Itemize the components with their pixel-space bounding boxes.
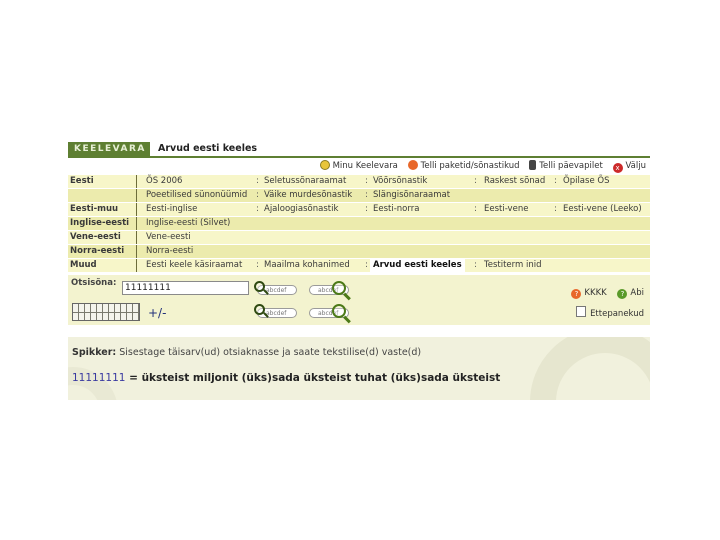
link-minu-keelevara[interactable]: Minu Keelevara	[333, 161, 398, 171]
colon: :	[474, 176, 477, 186]
dict-link[interactable]: Slängisõnaraamat	[373, 189, 450, 202]
dict-link[interactable]: Eesti-vene (Leeko)	[563, 203, 642, 216]
extended-search-button-2[interactable]: abcdef	[306, 304, 353, 324]
dict-link[interactable]: Eesti keele käsiraamat	[146, 259, 242, 272]
plus-minus-button[interactable]: +/-	[148, 306, 166, 320]
hint-label: Spikker:	[72, 347, 117, 358]
help-links: ? KKKK ? Abi	[571, 288, 644, 299]
dict-link[interactable]: Ajaloogiasõnastik	[264, 203, 338, 216]
row-category: Muud	[70, 260, 97, 270]
smiley-icon	[319, 160, 330, 170]
colon: :	[365, 260, 368, 270]
colon: :	[365, 190, 368, 200]
result: 11111111 = üksteist miljonit (üks)sada ü…	[72, 372, 500, 384]
colon: :	[554, 176, 557, 186]
dict-link[interactable]: Eesti-norra	[373, 203, 419, 216]
row-separator	[136, 217, 137, 230]
suggestions-link[interactable]: Ettepanekud	[590, 309, 644, 319]
phone-icon	[529, 160, 537, 170]
table-row: Eesti-muu Eesti-inglise : Ajaloogiasõnas…	[68, 203, 650, 217]
colon: :	[474, 204, 477, 214]
extended-search-button[interactable]: abcdef	[306, 281, 353, 301]
dict-link[interactable]: Eesti-vene	[484, 203, 528, 216]
search-label: Otsisõna:	[71, 278, 117, 288]
dict-link[interactable]: Võõrsõnastik	[373, 175, 427, 188]
dictionary-table: Eesti ÕS 2006 : Seletussõnaraamat : Võõr…	[68, 175, 650, 273]
dict-link[interactable]: Poeetilised sünonüümid	[146, 189, 247, 202]
suggestions: Ettepanekud	[576, 306, 644, 319]
table-row: Vene-eesti Vene-eesti	[68, 231, 650, 245]
dict-link[interactable]: Raskest sõnad	[484, 175, 545, 188]
cart-icon	[407, 160, 418, 170]
colon: :	[256, 176, 259, 186]
row-category: Inglise-eesti	[70, 218, 130, 228]
search-button[interactable]: abcdef	[254, 281, 301, 297]
search-button-2[interactable]: abcdef	[254, 304, 301, 320]
top-links: Minu Keelevara Telli paketid/sõnastikud …	[313, 159, 646, 173]
row-separator	[136, 259, 137, 272]
colon: :	[554, 204, 557, 214]
dict-link[interactable]: Norra-eesti	[146, 245, 193, 258]
row-separator	[136, 189, 137, 202]
link-telli-paketid[interactable]: Telli paketid/sõnastikud	[421, 161, 520, 171]
magnifier-handle	[343, 292, 351, 301]
row-category: Norra-eesti	[70, 246, 125, 256]
search-input[interactable]	[122, 281, 249, 295]
link-valju[interactable]: Välju	[626, 161, 646, 171]
help-link[interactable]: Abi	[630, 288, 644, 298]
search-panel: Otsisõna: +/- abcdef abcdef abcdef abcde…	[68, 275, 650, 325]
row-separator	[136, 203, 137, 216]
row-separator	[136, 245, 137, 258]
logo[interactable]: KEELEVARA	[68, 142, 150, 156]
hint-text: Sisestage täisarv(ud) otsiaknasse ja saa…	[119, 347, 422, 358]
colon: :	[256, 190, 259, 200]
close-icon: x	[612, 163, 623, 173]
colon: :	[365, 176, 368, 186]
hint: Spikker: Sisestage täisarv(ud) otsiaknas…	[72, 347, 421, 358]
row-category: Vene-eesti	[70, 232, 121, 242]
table-row: Muud Eesti keele käsiraamat : Maailma ko…	[68, 259, 650, 273]
dict-link[interactable]: ÕS 2006	[146, 175, 182, 188]
help-icon: ?	[617, 289, 628, 299]
keelevara-app: KEELEVARA Arvud eesti keeles Minu Keelev…	[68, 140, 650, 400]
colon: :	[474, 260, 477, 270]
faq-icon: ?	[571, 289, 582, 299]
dict-link[interactable]: Väike murdesõnastik	[264, 189, 352, 202]
dict-link[interactable]: Eesti-inglise	[146, 203, 197, 216]
result-text: = üksteist miljonit (üks)sada üksteist t…	[129, 372, 501, 384]
row-category: Eesti	[70, 176, 94, 186]
table-row: Norra-eesti Norra-eesti	[68, 245, 650, 259]
table-row: Poeetilised sünonüümid : Väike murdesõna…	[68, 189, 650, 203]
row-separator	[136, 175, 137, 188]
table-row: Inglise-eesti Inglise-eesti (Silvet)	[68, 217, 650, 231]
document-icon	[576, 306, 587, 317]
dict-link[interactable]: Maailma kohanimed	[264, 259, 350, 272]
dict-link-active[interactable]: Arvud eesti keeles	[370, 259, 465, 272]
row-category: Eesti-muu	[70, 204, 119, 214]
dict-link[interactable]: Testiterm inid	[484, 259, 542, 272]
row-separator	[136, 231, 137, 244]
virtual-keyboard-icon[interactable]	[72, 303, 140, 321]
results-panel: Spikker: Sisestage täisarv(ud) otsiaknas…	[68, 337, 650, 400]
dict-link[interactable]: Inglise-eesti (Silvet)	[146, 217, 230, 230]
dict-link[interactable]: Vene-eesti	[146, 231, 191, 244]
magnifier-handle	[343, 315, 351, 324]
colon: :	[256, 204, 259, 214]
link-telli-paevapilet[interactable]: Telli päevapilet	[539, 161, 603, 171]
header: KEELEVARA Arvud eesti keeles	[68, 140, 650, 156]
colon: :	[256, 260, 259, 270]
page-title: Arvud eesti keeles	[158, 143, 258, 154]
dict-link[interactable]: Õpilase ÕS	[563, 175, 609, 188]
faq-link[interactable]: KKKK	[584, 288, 606, 298]
header-divider	[68, 156, 650, 158]
background-swirl	[530, 337, 650, 400]
colon: :	[365, 204, 368, 214]
result-number: 11111111	[72, 372, 126, 384]
dict-link[interactable]: Seletussõnaraamat	[264, 175, 346, 188]
table-row: Eesti ÕS 2006 : Seletussõnaraamat : Võõr…	[68, 175, 650, 189]
